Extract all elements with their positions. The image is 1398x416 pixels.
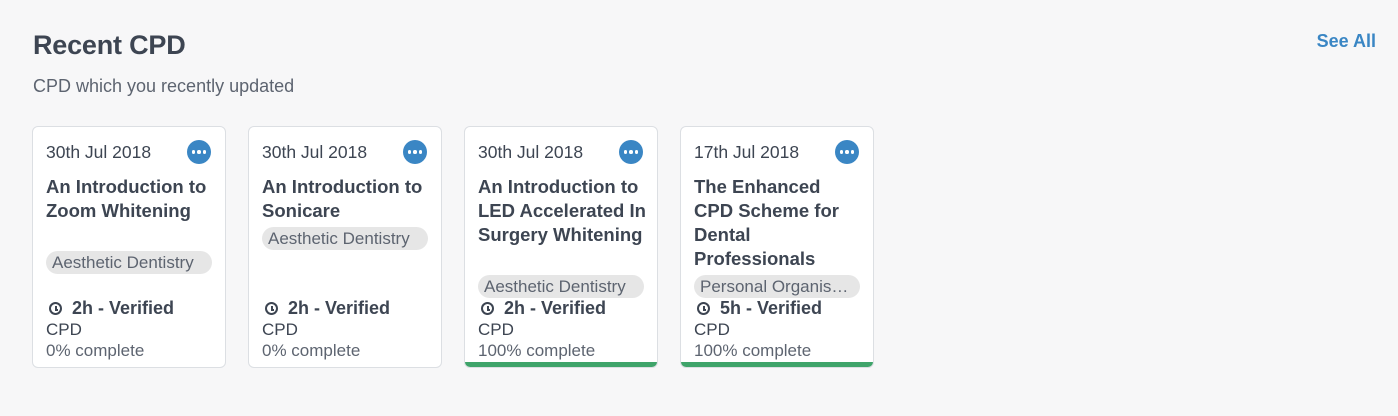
- cpd-card[interactable]: 30th Jul 2018 An Introduction to LED Acc…: [464, 126, 658, 368]
- more-options-icon[interactable]: [835, 140, 859, 164]
- progress-text: 100% complete: [694, 341, 812, 360]
- duration-label: 2h - Verified: [72, 298, 175, 318]
- progress-bar: [465, 362, 657, 367]
- cpd-card[interactable]: 30th Jul 2018 An Introduction to Sonicar…: [248, 126, 442, 368]
- duration-label: 2h - Verified: [288, 298, 391, 318]
- cpd-label: CPD: [694, 320, 730, 339]
- card-title: The Enhanced CPD Scheme for Dental Profe…: [694, 176, 839, 269]
- progress-text: 0% complete: [46, 341, 145, 360]
- card-date: 30th Jul 2018: [46, 142, 152, 162]
- card-duration: 2h - Verified: [46, 298, 174, 319]
- category-tag: Personal Organisation: [694, 275, 860, 298]
- duration-label: 5h - Verified: [720, 298, 823, 318]
- progress-text: 0% complete: [262, 341, 361, 360]
- cpd-label: CPD: [478, 320, 514, 339]
- clock-icon: [697, 302, 710, 315]
- clock-icon: [49, 302, 62, 315]
- card-title: An Introduction to Sonicare: [262, 176, 423, 221]
- section-title: Recent CPD: [33, 30, 186, 60]
- clock-icon: [481, 302, 494, 315]
- cpd-card[interactable]: 30th Jul 2018 An Introduction to Zoom Wh…: [32, 126, 226, 368]
- duration-label: 2h - Verified: [504, 298, 607, 318]
- category-tag: Aesthetic Dentistry: [262, 227, 428, 250]
- more-options-icon[interactable]: [187, 140, 211, 164]
- section-subtitle: CPD which you recently updated: [33, 76, 295, 96]
- category-tag: Aesthetic Dentistry: [478, 275, 644, 298]
- card-duration: 2h - Verified: [262, 298, 390, 319]
- more-options-icon[interactable]: [619, 140, 643, 164]
- more-options-icon[interactable]: [403, 140, 427, 164]
- card-title: An Introduction to Zoom Whitening: [46, 176, 207, 221]
- progress-text: 100% complete: [478, 341, 596, 360]
- cpd-label: CPD: [262, 320, 298, 339]
- category-tag: Aesthetic Dentistry: [46, 251, 212, 274]
- cpd-card-list: 30th Jul 2018 An Introduction to Zoom Wh…: [32, 126, 874, 368]
- cpd-card[interactable]: 17th Jul 2018 The Enhanced CPD Scheme fo…: [680, 126, 874, 368]
- card-duration: 5h - Verified: [694, 298, 822, 319]
- recent-cpd-section: Recent CPD CPD which you recently update…: [0, 0, 1398, 416]
- card-duration: 2h - Verified: [478, 298, 606, 319]
- card-date: 30th Jul 2018: [262, 142, 368, 162]
- see-all-link[interactable]: See All: [1317, 31, 1376, 52]
- cpd-label: CPD: [46, 320, 82, 339]
- card-date: 30th Jul 2018: [478, 142, 584, 162]
- card-title: An Introduction to LED Accelerated In Su…: [478, 176, 646, 245]
- clock-icon: [265, 302, 278, 315]
- progress-bar: [681, 362, 873, 367]
- card-date: 17th Jul 2018: [694, 142, 800, 162]
